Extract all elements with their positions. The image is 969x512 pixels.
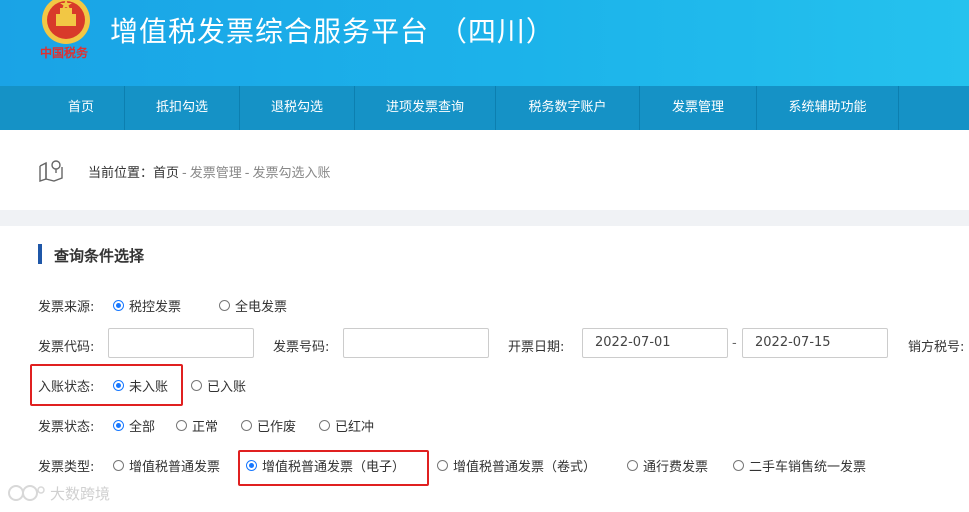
invoice-number-label: 发票号码: [273,340,330,355]
issue-date-label: 开票日期: [508,340,565,355]
breadcrumb-separator: - [244,166,250,181]
type-option-vat-ordinary[interactable]: 增值税普通发票 [113,456,220,475]
section-accent-bar [38,244,42,264]
option-label: 已作废 [257,420,297,435]
status-option-voided[interactable]: 已作废 [241,416,296,435]
query-panel: 查询条件选择 发票来源: 税控发票 全电发票 发票代码: 发票号码: 开票日期:… [0,226,969,512]
radio-icon[interactable] [319,420,330,431]
option-label: 增值税普通发票（卷式） [453,460,597,475]
invoice-number-input[interactable] [343,328,489,358]
source-option-tax-control[interactable]: 税控发票 [113,296,181,315]
option-label: 增值税普通发票 [129,460,221,475]
option-label: 全电发票 [235,300,288,315]
map-pin-icon [39,160,63,182]
seller-tax-id-label: 销方税号: [908,340,965,355]
radio-checked-icon[interactable] [113,300,124,311]
source-option-full-electronic[interactable]: 全电发票 [219,296,287,315]
watermark-text: 大数跨境 [50,484,111,503]
breadcrumb-separator: - [182,166,187,181]
nav-item-deduction[interactable]: 抵扣勾选 [125,86,240,130]
section-title: 查询条件选择 [54,247,145,265]
option-label: 税控发票 [129,300,182,315]
type-option-vat-ordinary-roll[interactable]: 增值税普通发票（卷式） [437,456,596,475]
breadcrumb-current: 发票勾选入账 [252,166,331,181]
date-range-separator: - [732,336,737,351]
highlight-box-invoice-type [238,450,429,486]
invoice-status-label: 发票状态: [38,420,95,435]
main-nav: 首页 抵扣勾选 退税勾选 进项发票查询 税务数字账户 发票管理 系统辅助功能 [0,86,969,130]
radio-icon[interactable] [437,460,448,471]
nav-item-input-invoice-query[interactable]: 进项发票查询 [355,86,496,130]
radio-checked-icon[interactable] [113,420,124,431]
radio-icon[interactable] [191,380,202,391]
option-label: 正常 [192,420,219,435]
breadcrumb-invoice-management[interactable]: 发票管理 [190,166,242,181]
option-label: 已入账 [207,380,247,395]
brand-logo-text: 中国税务 [40,46,89,60]
watermark: 大数跨境 [8,482,110,504]
nav-item-home[interactable]: 首页 [38,86,125,130]
invoice-type-label: 发票类型: [38,460,95,475]
option-label: 通行费发票 [643,460,709,475]
end-date-input[interactable]: 2022-07-15 [742,328,888,358]
status-option-normal[interactable]: 正常 [176,416,218,435]
status-option-red-reversed[interactable]: 已红冲 [319,416,374,435]
radio-icon[interactable] [219,300,230,311]
type-option-used-car[interactable]: 二手车销售统一发票 [733,456,866,475]
option-label: 已红冲 [335,420,375,435]
breadcrumb: 当前位置：首页 - 发票管理 - 发票勾选入账 [88,162,330,181]
invoice-code-label: 发票代码: [38,340,95,355]
invoice-source-label: 发票来源: [38,300,95,315]
app-title: 增值税发票综合服务平台 （四川） [110,15,555,48]
watermark-logo-icon [8,485,45,501]
invoice-code-input[interactable] [108,328,254,358]
radio-icon[interactable] [733,460,744,471]
nav-item-system-tools[interactable]: 系统辅助功能 [757,86,899,130]
entry-option-entered[interactable]: 已入账 [191,376,246,395]
nav-item-invoice-management[interactable]: 发票管理 [640,86,757,130]
radio-icon[interactable] [241,420,252,431]
breadcrumb-area: 当前位置：首页 - 发票管理 - 发票勾选入账 [0,130,969,210]
radio-icon[interactable] [176,420,187,431]
nav-item-refund[interactable]: 退税勾选 [240,86,355,130]
type-option-toll[interactable]: 通行费发票 [627,456,708,475]
breadcrumb-prefix: 当前位置： [88,166,154,181]
highlight-box-entry-status [30,364,183,406]
option-label: 全部 [129,420,156,435]
radio-icon[interactable] [627,460,638,471]
nav-item-digital-account[interactable]: 税务数字账户 [496,86,640,130]
status-option-all[interactable]: 全部 [113,416,155,435]
header: 中国税务 增值税发票综合服务平台 （四川） [0,0,969,86]
breadcrumb-home[interactable]: 首页 [153,166,179,181]
radio-icon[interactable] [113,460,124,471]
option-label: 二手车销售统一发票 [749,460,867,475]
start-date-input[interactable]: 2022-07-01 [582,328,728,358]
